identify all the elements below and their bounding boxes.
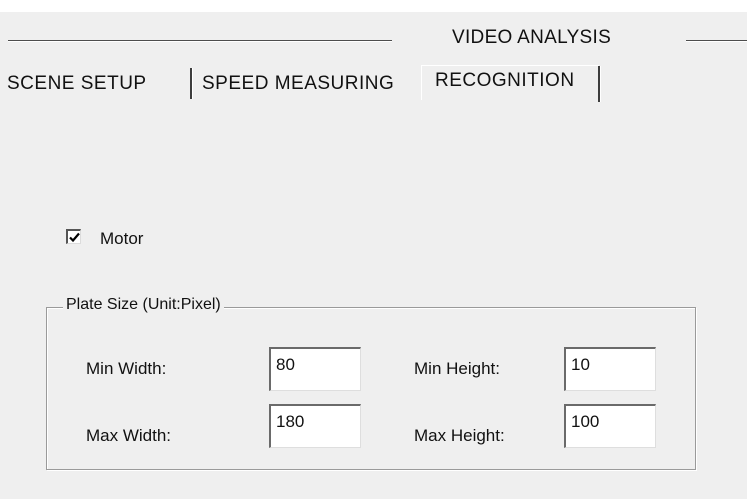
header-rule-right [686,40,747,42]
tab-divider [598,66,601,102]
min-width-label: Min Width: [86,359,167,378]
top-margin [0,0,747,12]
max-height-field[interactable]: 100 [564,404,656,448]
min-height-field[interactable]: 10 [564,347,656,391]
min-width-field[interactable]: 80 [269,347,361,391]
tab-divider [190,68,193,99]
max-width-label: Max Width: [86,426,172,445]
plate-size-legend: Plate Size (Unit:Pixel) [63,296,224,314]
tab-scene-setup[interactable]: SCENE SETUP [7,73,147,95]
section-title: VIDEO ANALYSIS [452,27,612,48]
check-icon [69,232,80,243]
max-width-field[interactable]: 180 [269,404,361,448]
tab-recognition[interactable]: RECOGNITION [435,70,575,92]
active-tab-top-edge [421,65,599,66]
tab-speed-measuring[interactable]: SPEED MEASURING [202,73,394,95]
tab-divider [421,66,422,100]
motor-checkbox[interactable] [66,229,81,244]
header-rule-left [8,40,392,42]
motor-label[interactable]: Motor [100,229,143,249]
min-height-label: Min Height: [414,359,500,378]
max-height-label: Max Height: [414,426,505,445]
